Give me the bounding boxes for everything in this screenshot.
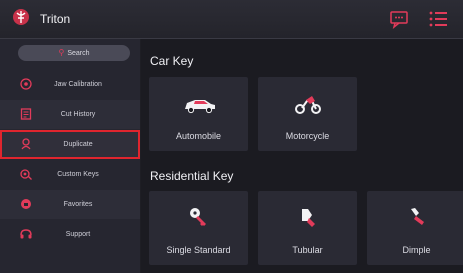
section-title-car-key: Car Key	[150, 54, 194, 68]
card-motorcycle[interactable]: Motorcycle	[258, 77, 357, 151]
motorcycle-icon	[295, 96, 321, 114]
card-label: Single Standard	[166, 245, 231, 255]
sidebar-item-label: Favorites	[63, 201, 93, 208]
triton-logo-icon	[13, 9, 29, 25]
sidebar-item-custom-keys[interactable]: Custom Keys	[0, 160, 140, 189]
car-icon	[185, 100, 215, 114]
sidebar-item-label: Cut History	[60, 111, 96, 118]
top-bar: Triton	[0, 0, 463, 39]
sidebar-item-favorites[interactable]: Favorites	[0, 190, 140, 219]
card-single-standard[interactable]: Single Standard	[149, 191, 248, 265]
card-label: Tubular	[292, 245, 323, 255]
sidebar-item-cut-history[interactable]: Cut History	[0, 100, 140, 129]
card-label: Motorcycle	[285, 131, 330, 141]
dimple-key-icon	[411, 208, 424, 225]
tubular-key-icon	[302, 209, 315, 227]
message-icon[interactable]	[389, 9, 409, 29]
sidebar-item-support[interactable]: Support	[0, 220, 140, 249]
main-content: Car Key Automobile Motorcycle Residentia…	[141, 39, 463, 273]
duplicate-key-icon	[21, 138, 31, 150]
sidebar-item-duplicate[interactable]: Duplicate	[0, 130, 140, 159]
standard-key-icon	[190, 208, 206, 226]
support-icon	[20, 229, 32, 239]
section-title-residential-key: Residential Key	[150, 169, 234, 183]
sidebar-item-jaw-calibration[interactable]: Jaw Calibration	[0, 70, 140, 99]
search-button[interactable]: ⚲ Search	[18, 45, 130, 61]
sidebar-item-label: Duplicate	[63, 141, 93, 148]
sidebar-item-label: Jaw Calibration	[54, 81, 102, 88]
custom-keys-icon	[20, 169, 32, 180]
history-icon	[20, 108, 32, 120]
target-icon	[20, 78, 32, 90]
card-label: Automobile	[175, 131, 222, 141]
search-label: Search	[67, 50, 90, 57]
app-title: Triton	[40, 12, 71, 26]
search-icon: ⚲	[58, 48, 65, 57]
card-automobile[interactable]: Automobile	[149, 77, 248, 151]
menu-list-icon[interactable]	[428, 9, 448, 29]
favorites-icon	[21, 199, 31, 209]
sidebar-item-label: Custom Keys	[57, 171, 99, 178]
sidebar: ⚲ Search Jaw Calibration Cut History Dupl…	[0, 39, 140, 273]
card-dimple[interactable]: Dimple	[367, 191, 463, 265]
card-label: Dimple	[402, 245, 431, 255]
sidebar-item-label: Support	[65, 231, 91, 238]
card-tubular[interactable]: Tubular	[258, 191, 357, 265]
